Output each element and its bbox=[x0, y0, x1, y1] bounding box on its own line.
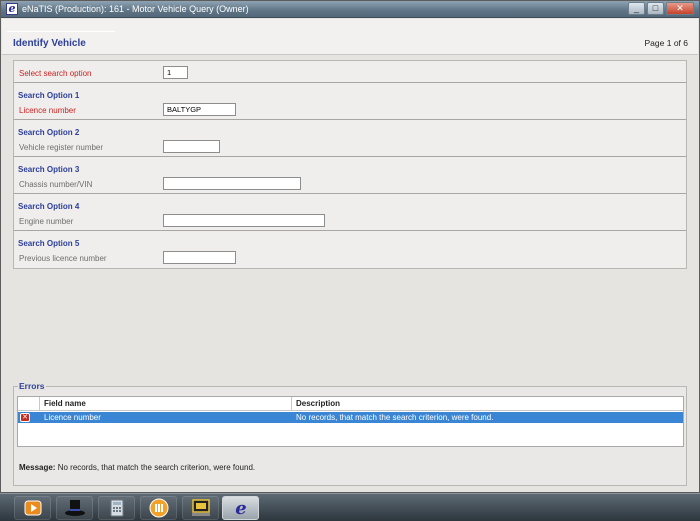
window-controls: _ □ ✕ bbox=[626, 2, 694, 15]
vehicle-register-number-input[interactable] bbox=[163, 140, 220, 153]
svg-text:e: e bbox=[235, 498, 246, 518]
search-option-1-title: Search Option 1 bbox=[18, 91, 80, 100]
error-field-name: Licence number bbox=[44, 413, 101, 422]
vehicle-register-number-label: Vehicle register number bbox=[19, 143, 104, 152]
application-window: e eNaTIS (Production): 161 - Motor Vehic… bbox=[0, 0, 700, 493]
message-text: No records, that match the search criter… bbox=[57, 463, 256, 472]
engine-number-label: Engine number bbox=[19, 217, 74, 226]
taskbar: e bbox=[0, 493, 700, 521]
enatis-app-icon: e bbox=[6, 3, 18, 15]
page-title: Identify Vehicle bbox=[13, 38, 86, 49]
search-option-4-title: Search Option 4 bbox=[18, 202, 80, 211]
licence-number-input[interactable] bbox=[163, 103, 236, 116]
field-name-column-header[interactable]: Field name bbox=[40, 397, 292, 411]
error-icon: ✕ bbox=[20, 413, 30, 422]
previous-licence-number-input[interactable] bbox=[163, 251, 236, 264]
separator bbox=[14, 230, 686, 231]
media-player-icon bbox=[24, 500, 41, 516]
taskbar-app-media[interactable] bbox=[14, 496, 51, 520]
table-row[interactable]: ✕ Licence number No records, that match … bbox=[18, 412, 683, 423]
chassis-number-label: Chassis number/VIN bbox=[19, 180, 93, 189]
licence-number-label: Licence number bbox=[19, 106, 76, 115]
taskbar-app-calculator[interactable] bbox=[98, 496, 135, 520]
calculator-icon bbox=[110, 499, 123, 517]
description-column-header[interactable]: Description bbox=[292, 397, 683, 411]
search-option-3-title: Search Option 3 bbox=[18, 165, 80, 174]
page-number: Page 1 of 6 bbox=[644, 38, 688, 48]
icon-column-header bbox=[18, 397, 40, 411]
page-header: Identify Vehicle Page 1 of 6 bbox=[2, 19, 698, 55]
maximize-button[interactable]: □ bbox=[647, 2, 664, 15]
errors-table-header: Field name Description bbox=[18, 397, 683, 411]
close-button[interactable]: ✕ bbox=[666, 2, 694, 15]
message-label: Message: bbox=[19, 463, 56, 472]
search-option-5-title: Search Option 5 bbox=[18, 239, 80, 248]
separator bbox=[14, 193, 686, 194]
taskbar-app-orange[interactable] bbox=[140, 496, 177, 520]
errors-label: Errors bbox=[18, 381, 46, 391]
chassis-number-input[interactable] bbox=[163, 177, 301, 190]
errors-group: Errors Field name Description ✕ Licence … bbox=[13, 381, 687, 486]
search-option-2-title: Search Option 2 bbox=[18, 128, 80, 137]
taskbar-app-hat[interactable] bbox=[56, 496, 93, 520]
enatis-e-icon: e bbox=[235, 498, 246, 518]
terminal-icon bbox=[191, 499, 210, 516]
hat-icon bbox=[64, 500, 85, 516]
minimize-button[interactable]: _ bbox=[628, 2, 645, 15]
error-message: Message: No records, that match the sear… bbox=[19, 463, 255, 472]
title-bar[interactable]: e eNaTIS (Production): 161 - Motor Vehic… bbox=[1, 1, 699, 18]
orange-app-icon bbox=[149, 498, 168, 518]
window-title: eNaTIS (Production): 161 - Motor Vehicle… bbox=[22, 4, 249, 14]
engine-number-input[interactable] bbox=[163, 214, 325, 227]
separator bbox=[14, 82, 686, 83]
search-option-input[interactable] bbox=[163, 66, 188, 79]
separator bbox=[14, 156, 686, 157]
error-description: No records, that match the search criter… bbox=[296, 413, 494, 422]
taskbar-app-terminal[interactable] bbox=[182, 496, 219, 520]
select-search-option-label: Select search option bbox=[19, 69, 92, 78]
taskbar-app-enatis[interactable]: e bbox=[222, 496, 259, 520]
separator bbox=[14, 119, 686, 120]
previous-licence-number-label: Previous licence number bbox=[19, 254, 107, 263]
search-form-panel: Select search option Search Option 1 Lic… bbox=[13, 60, 687, 269]
errors-table: Field name Description ✕ Licence number … bbox=[17, 396, 684, 447]
